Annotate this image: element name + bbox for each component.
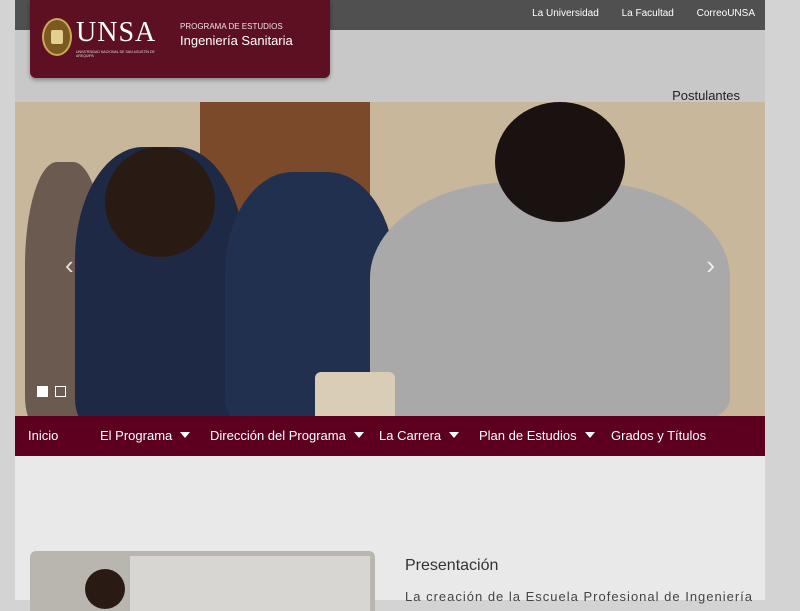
chevron-down-icon bbox=[584, 432, 595, 438]
presentation-text: La creación de la Escuela Profesional de… bbox=[405, 589, 754, 604]
program-name: Ingeniería Sanitaria bbox=[180, 33, 293, 48]
university-seal-icon bbox=[42, 18, 72, 56]
main-nav: Inicio El Programa Dirección del Program… bbox=[15, 416, 765, 456]
chevron-down-icon bbox=[353, 432, 364, 438]
nav-la-carrera[interactable]: La Carrera bbox=[379, 428, 460, 443]
hero-image bbox=[15, 102, 765, 416]
logo-text: UNSA bbox=[76, 17, 157, 48]
link-la-facultad[interactable]: La Facultad bbox=[622, 8, 674, 19]
program-label: PROGRAMA DE ESTUDIOS bbox=[180, 22, 283, 31]
nav-grados-y-titulos[interactable]: Grados y Títulos bbox=[611, 428, 706, 443]
slider-dot-1[interactable] bbox=[37, 386, 48, 397]
slider-dot-2[interactable] bbox=[55, 386, 67, 397]
nav-direccion[interactable]: Dirección del Programa bbox=[210, 428, 364, 443]
slider-next-arrow[interactable]: › bbox=[706, 250, 715, 281]
presentation-image bbox=[30, 551, 375, 611]
slider-dots bbox=[37, 384, 69, 402]
postulantes-link[interactable]: Postulantes bbox=[672, 88, 740, 103]
link-la-universidad[interactable]: La Universidad bbox=[532, 8, 599, 19]
hero-slider: ‹ › bbox=[15, 102, 765, 416]
slider-prev-arrow[interactable]: ‹ bbox=[65, 250, 74, 281]
chevron-down-icon bbox=[180, 432, 191, 438]
top-links: La Universidad La Facultad CorreoUNSA bbox=[512, 8, 755, 19]
chevron-down-icon bbox=[449, 432, 460, 438]
site-logo[interactable]: UNSA UNIVERSIDAD NACIONAL DE SAN AGUSTÍN… bbox=[30, 0, 330, 78]
nav-el-programa[interactable]: El Programa bbox=[100, 428, 191, 443]
link-correo-unsa[interactable]: CorreoUNSA bbox=[697, 8, 755, 19]
logo-subtext: UNIVERSIDAD NACIONAL DE SAN AGUSTÍN DE A… bbox=[76, 50, 155, 58]
nav-plan-de-estudios[interactable]: Plan de Estudios bbox=[479, 428, 595, 443]
nav-inicio[interactable]: Inicio bbox=[28, 428, 58, 443]
presentation-title: Presentación bbox=[405, 557, 499, 574]
page: La Universidad La Facultad CorreoUNSA Po… bbox=[15, 0, 765, 611]
